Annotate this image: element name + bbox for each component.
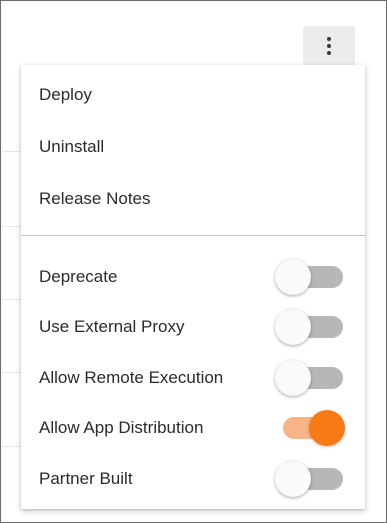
- menu-item-allow-remote-execution[interactable]: Allow Remote Execution: [21, 353, 365, 403]
- menu-item-label: Allow Remote Execution: [39, 368, 224, 387]
- toggle-knob: [275, 259, 311, 295]
- menu-item-label: Deprecate: [39, 267, 118, 286]
- toggle-knob: [275, 360, 311, 396]
- menu-item-partner-built[interactable]: Partner Built: [21, 454, 365, 504]
- menu-divider: [21, 235, 365, 236]
- allow-app-distribution-toggle[interactable]: [275, 410, 345, 446]
- background-row-divider: [2, 446, 22, 447]
- menu-item-deploy[interactable]: Deploy: [21, 70, 365, 120]
- toggle-knob: [275, 461, 311, 497]
- menu-item-label: Use External Proxy: [39, 317, 185, 336]
- menu-item-label: Allow App Distribution: [39, 418, 204, 437]
- menu-item-label: Release Notes: [39, 189, 151, 208]
- toggle-knob: [275, 309, 311, 345]
- background-row-divider: [2, 151, 22, 152]
- use-external-proxy-toggle[interactable]: [275, 309, 345, 345]
- menu-item-label: Uninstall: [39, 137, 105, 156]
- menu-item-deprecate[interactable]: Deprecate: [21, 252, 365, 302]
- background-row-divider: [2, 226, 22, 227]
- background-row-divider: [2, 299, 22, 300]
- allow-remote-execution-toggle[interactable]: [275, 360, 345, 396]
- menu-item-release-notes[interactable]: Release Notes: [21, 174, 365, 224]
- partner-built-toggle[interactable]: [275, 461, 345, 497]
- menu-item-label: Deploy: [39, 85, 92, 104]
- deprecate-toggle[interactable]: [275, 259, 345, 295]
- menu-item-allow-app-distribution[interactable]: Allow App Distribution: [21, 403, 365, 453]
- menu-item-label: Partner Built: [39, 469, 133, 488]
- toggle-knob: [309, 410, 345, 446]
- menu-item-use-external-proxy[interactable]: Use External Proxy: [21, 302, 365, 352]
- more-actions-button[interactable]: [303, 26, 355, 66]
- background-row-divider: [2, 372, 22, 373]
- actions-menu: Deploy Uninstall Release Notes Deprecate…: [21, 65, 365, 509]
- menu-item-uninstall[interactable]: Uninstall: [21, 122, 365, 172]
